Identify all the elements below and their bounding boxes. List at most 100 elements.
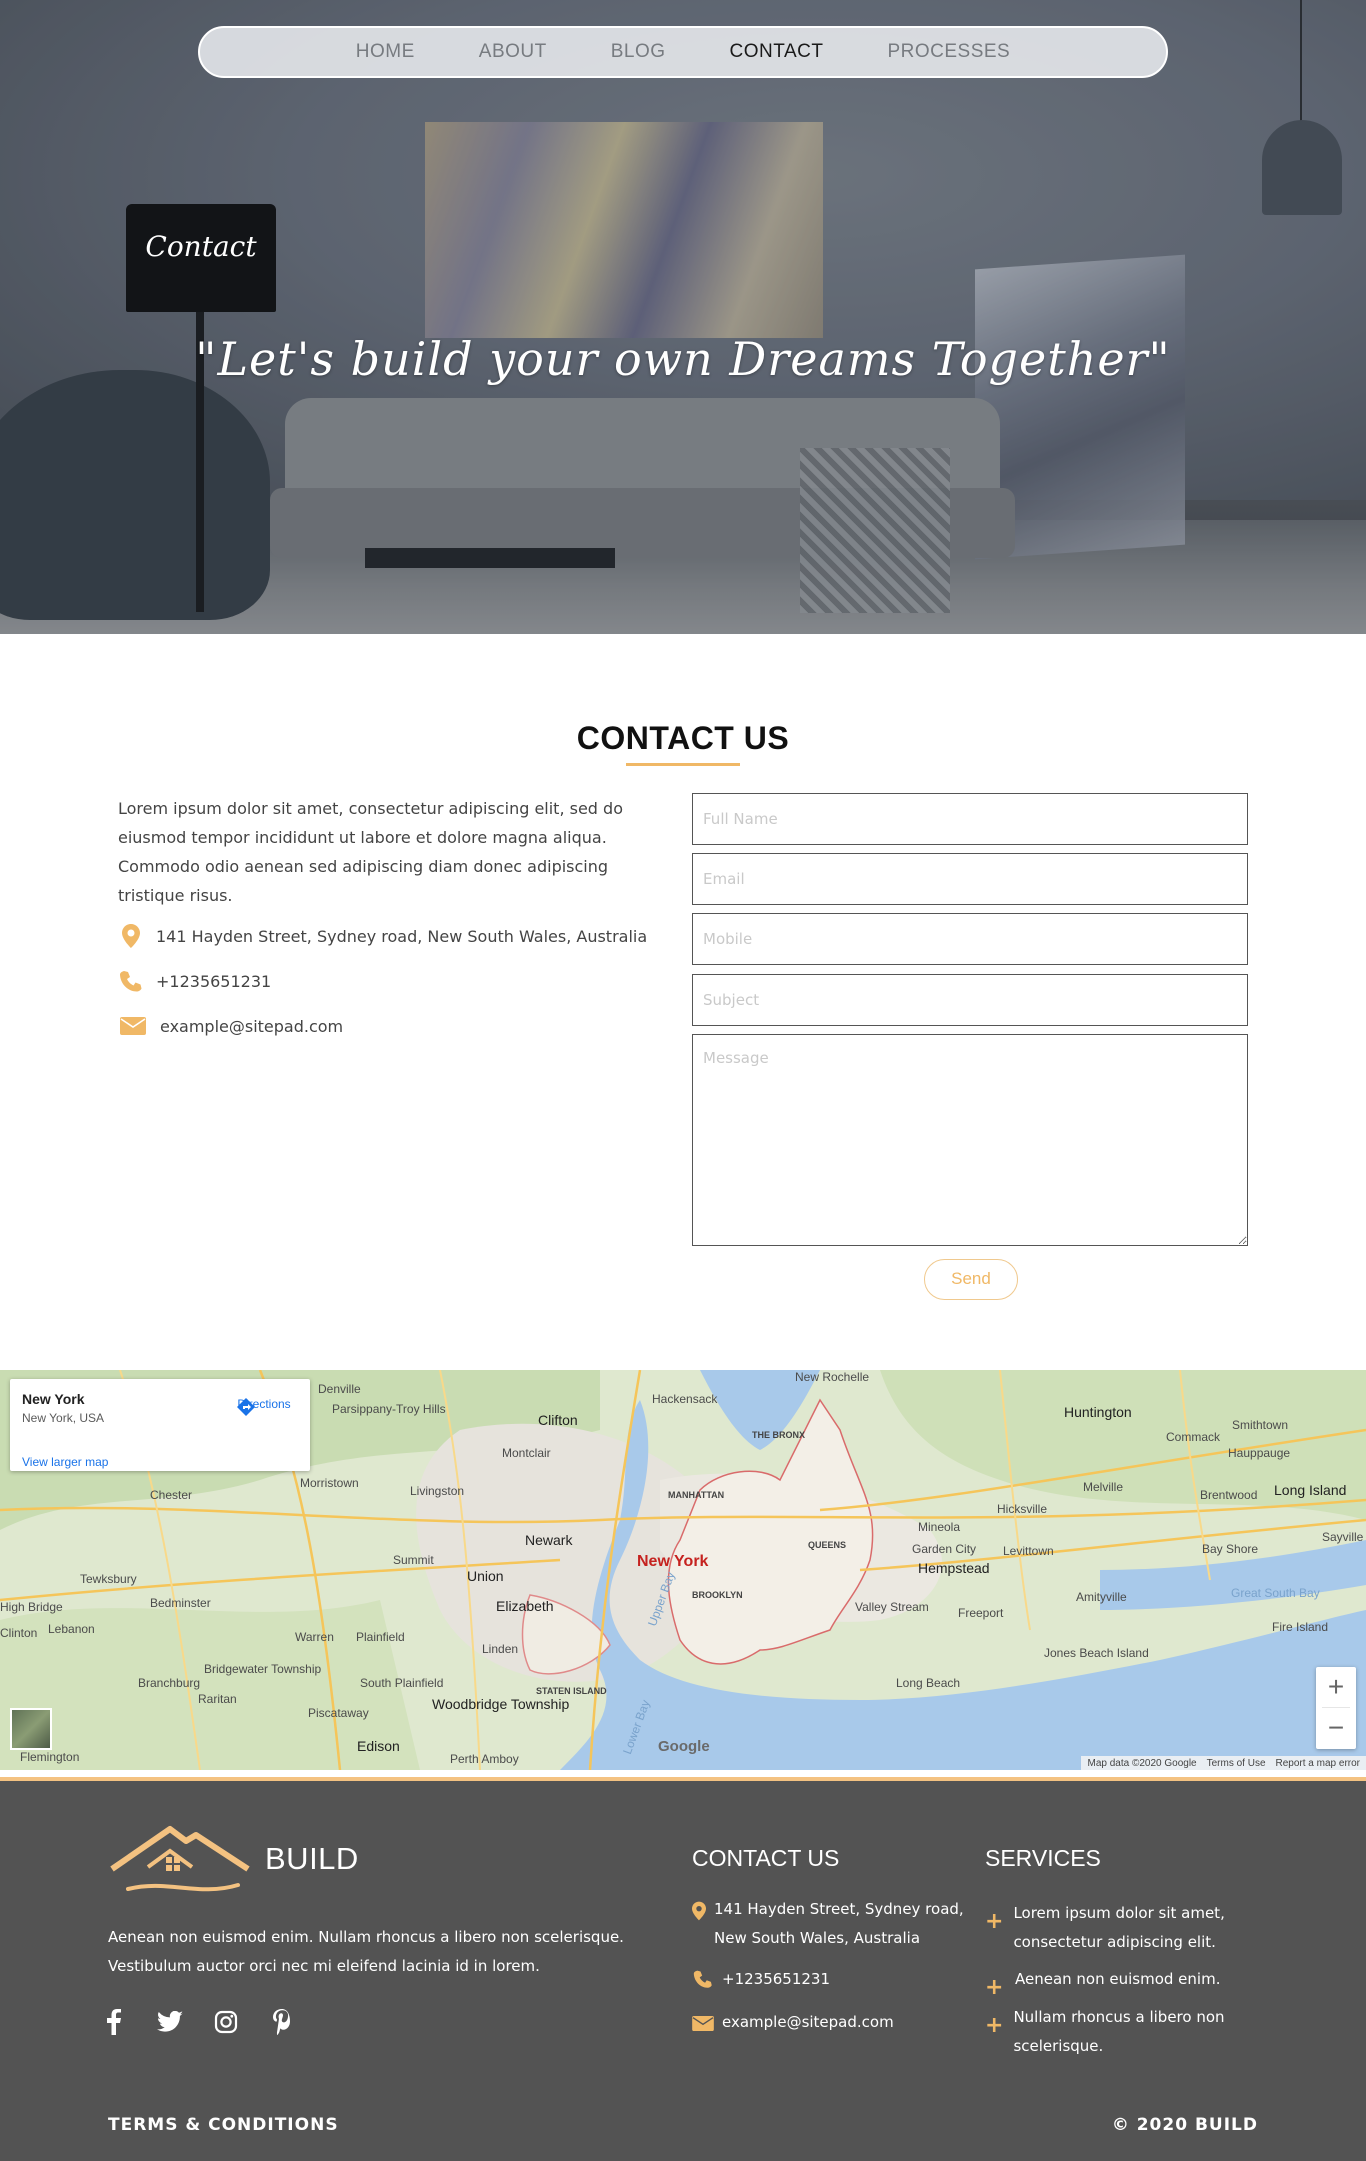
nav-blog[interactable]: BLOG [579, 41, 698, 63]
map-label: Summit [393, 1553, 434, 1567]
map-label: Hackensack [652, 1392, 718, 1406]
map-label: Branchburg [138, 1676, 201, 1690]
social-links [100, 2008, 296, 2036]
email-input[interactable] [692, 853, 1248, 905]
contact-email[interactable]: example@sitepad.com [160, 1017, 343, 1036]
footer-description: Aenean non euismod enim. Nullam rhoncus … [108, 1928, 624, 1975]
view-larger-map-link[interactable]: View larger map [22, 1455, 108, 1469]
map-label: Warren [295, 1630, 334, 1644]
terms-link[interactable]: TERMS & CONDITIONS [108, 2115, 339, 2135]
nav-about[interactable]: ABOUT [447, 41, 579, 63]
map-label: Chester [150, 1488, 193, 1502]
map-label: Garden City [912, 1542, 977, 1556]
message-textarea[interactable] [692, 1034, 1248, 1246]
report-map-error-link[interactable]: Report a map error [1276, 1758, 1360, 1769]
zoom-controls: + − [1316, 1667, 1356, 1749]
map-data-credit: Map data ©2020 Google [1087, 1757, 1197, 1769]
footer-email-row: example@sitepad.com [692, 2008, 894, 2037]
footer-phone[interactable]: +1235651231 [722, 1965, 830, 1994]
plus-icon: + [985, 1975, 1004, 2000]
map-label: Smithtown [1232, 1418, 1289, 1432]
map-label: Commack [1166, 1430, 1221, 1444]
envelope-icon [692, 2008, 714, 2031]
map-label: Sayville [1322, 1530, 1364, 1544]
footer-address-row: 141 Hayden Street, Sydney road, New Sout… [692, 1895, 982, 1953]
map-label: Clifton [538, 1412, 578, 1428]
instagram-icon[interactable] [212, 2008, 240, 2036]
map-label: Bedminster [150, 1596, 211, 1610]
service-text: Aenean non euismod enim. [1015, 1970, 1221, 1988]
footer-services-title: SERVICES [985, 1845, 1101, 1871]
plus-icon: + [985, 1909, 1004, 1934]
nav-home[interactable]: HOME [324, 41, 447, 63]
map-label: Union [467, 1568, 504, 1584]
page-label: Contact [145, 230, 257, 263]
footer-contact-title: CONTACT US [692, 1845, 840, 1871]
contact-phone-row: +1235651231 [118, 968, 271, 994]
map-label: Hicksville [997, 1502, 1048, 1516]
contact-address: 141 Hayden Street, Sydney road, New Sout… [156, 926, 648, 946]
site-footer: BUILD Aenean non euismod enim. Nullam rh… [0, 1781, 1366, 2161]
contact-address-row: 141 Hayden Street, Sydney road, New Sout… [118, 923, 647, 949]
nav-processes[interactable]: PROCESSES [855, 41, 1042, 63]
twitter-icon[interactable] [156, 2008, 184, 2036]
contact-intro: Lorem ipsum dolor sit amet, consectetur … [118, 799, 623, 905]
send-button[interactable]: Send [924, 1259, 1018, 1300]
map-label: Hempstead [918, 1560, 990, 1576]
map-label: Jones Beach Island [1044, 1646, 1149, 1660]
map-label: STATEN ISLAND [536, 1686, 607, 1696]
hero-banner: Contact "Let's build your own Dreams Tog… [0, 0, 1366, 634]
map-label: Edison [357, 1738, 400, 1754]
subject-input[interactable] [692, 974, 1248, 1026]
zoom-out-button[interactable]: − [1316, 1708, 1356, 1748]
directions-link[interactable]: Directions [236, 1397, 292, 1416]
map-label: Bay Shore [1202, 1542, 1259, 1556]
map-label: Great South Bay [1231, 1586, 1320, 1600]
map-label: Levittown [1003, 1544, 1054, 1558]
envelope-icon [118, 1013, 148, 1039]
map-label: Brentwood [1200, 1488, 1258, 1502]
full-name-input[interactable] [692, 793, 1248, 845]
hero-overlay [0, 0, 1366, 634]
map-label: Woodbridge Township [432, 1696, 570, 1712]
map-label: Tewksbury [80, 1572, 137, 1586]
map-label: Fire Island [1272, 1620, 1329, 1634]
footer-phone-row: +1235651231 [692, 1965, 830, 1994]
map-label: New Rochelle [795, 1370, 870, 1384]
terms-of-use-link[interactable]: Terms of Use [1207, 1758, 1266, 1769]
plus-icon: + [985, 2013, 1004, 2038]
map-label: Flemington [20, 1750, 80, 1764]
map-label: Denville [318, 1382, 361, 1396]
map-place-card: New York New York, USA Directions View l… [10, 1379, 310, 1471]
satellite-toggle[interactable] [10, 1708, 52, 1750]
map-city-label: New York [637, 1553, 709, 1570]
zoom-in-button[interactable]: + [1316, 1667, 1356, 1707]
map-label: Long Beach [896, 1676, 961, 1690]
facebook-icon[interactable] [100, 2008, 128, 2036]
map-label: Valley Stream [855, 1600, 929, 1614]
map-label: Melville [1083, 1480, 1124, 1494]
map-label: Hauppauge [1228, 1446, 1291, 1460]
pinterest-icon[interactable] [268, 2008, 296, 2036]
map-label: Perth Amboy [450, 1752, 519, 1766]
map-pin-icon [118, 923, 144, 949]
map-label: Montclair [502, 1446, 551, 1460]
map-pin-icon [692, 1895, 706, 1921]
map-label: Mineola [918, 1520, 961, 1534]
mobile-input[interactable] [692, 913, 1248, 965]
map-label: Livingston [410, 1484, 465, 1498]
map-attribution: Map data ©2020 Google Terms of Use Repor… [1081, 1756, 1366, 1770]
map-label: Bridgewater Township [204, 1662, 322, 1676]
map-label: Elizabeth [496, 1598, 554, 1614]
google-map[interactable]: Denville Parsippany-Troy Hills Clifton H… [0, 1370, 1366, 1770]
footer-email[interactable]: example@sitepad.com [722, 2008, 894, 2037]
contact-title: CONTACT US [576, 720, 790, 756]
map-label: Huntington [1064, 1404, 1132, 1420]
map-label: BROOKLYN [692, 1590, 743, 1600]
contact-phone[interactable]: +1235651231 [156, 972, 271, 991]
map-label: Morristown [300, 1476, 359, 1490]
nav-contact[interactable]: CONTACT [698, 41, 856, 63]
phone-icon [692, 1965, 714, 1989]
copyright: © 2020 BUILD [1111, 2115, 1258, 2135]
map-label: Freeport [958, 1606, 1004, 1620]
